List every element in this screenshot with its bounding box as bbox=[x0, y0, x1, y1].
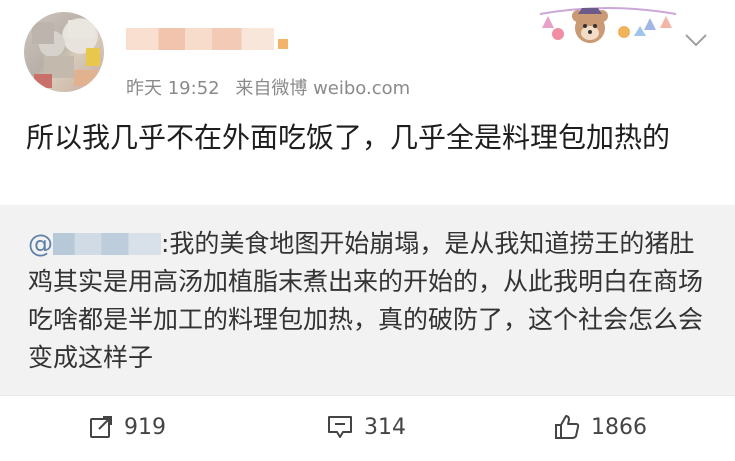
like-button[interactable]: 1866 bbox=[553, 412, 647, 442]
action-bar: 919 314 1866 bbox=[0, 395, 735, 461]
post-meta: 昨天 19:52 来自微博 weibo.com bbox=[126, 74, 420, 100]
post-time: 昨天 19:52 bbox=[126, 78, 220, 99]
comment-icon bbox=[328, 416, 352, 438]
post-source: 来自微博 weibo.com bbox=[235, 78, 411, 99]
share-count: 919 bbox=[124, 414, 166, 440]
comment-button[interactable]: 314 bbox=[326, 412, 406, 442]
repost-username-blurred[interactable] bbox=[53, 233, 161, 255]
decorative-badge-icon bbox=[539, 7, 677, 43]
like-count: 1866 bbox=[591, 414, 647, 440]
repost-card[interactable]: @:我的美食地图开始崩塌，是从我知道捞王的猪肚鸡其实是用高汤加植脂末煮出来的开始… bbox=[0, 205, 735, 395]
thumbs-up-icon bbox=[555, 415, 580, 439]
comment-count: 314 bbox=[364, 414, 406, 440]
share-button[interactable]: 919 bbox=[88, 412, 166, 442]
mention-at-symbol[interactable]: @ bbox=[28, 229, 53, 258]
username-blurred[interactable] bbox=[126, 28, 288, 50]
post-content: 所以我几乎不在外面吃饭了，几乎全是料理包加热的 bbox=[26, 121, 671, 154]
avatar[interactable] bbox=[24, 12, 104, 92]
repost-text-block: @:我的美食地图开始崩塌，是从我知道捞王的猪肚鸡其实是用高汤加植脂末煮出来的开始… bbox=[28, 225, 708, 377]
post-card: 昨天 19:52 来自微博 weibo.com 所以我几乎不在外面吃饭了，几乎全… bbox=[0, 0, 735, 205]
chevron-down-icon[interactable] bbox=[683, 32, 709, 48]
share-icon bbox=[90, 416, 112, 438]
